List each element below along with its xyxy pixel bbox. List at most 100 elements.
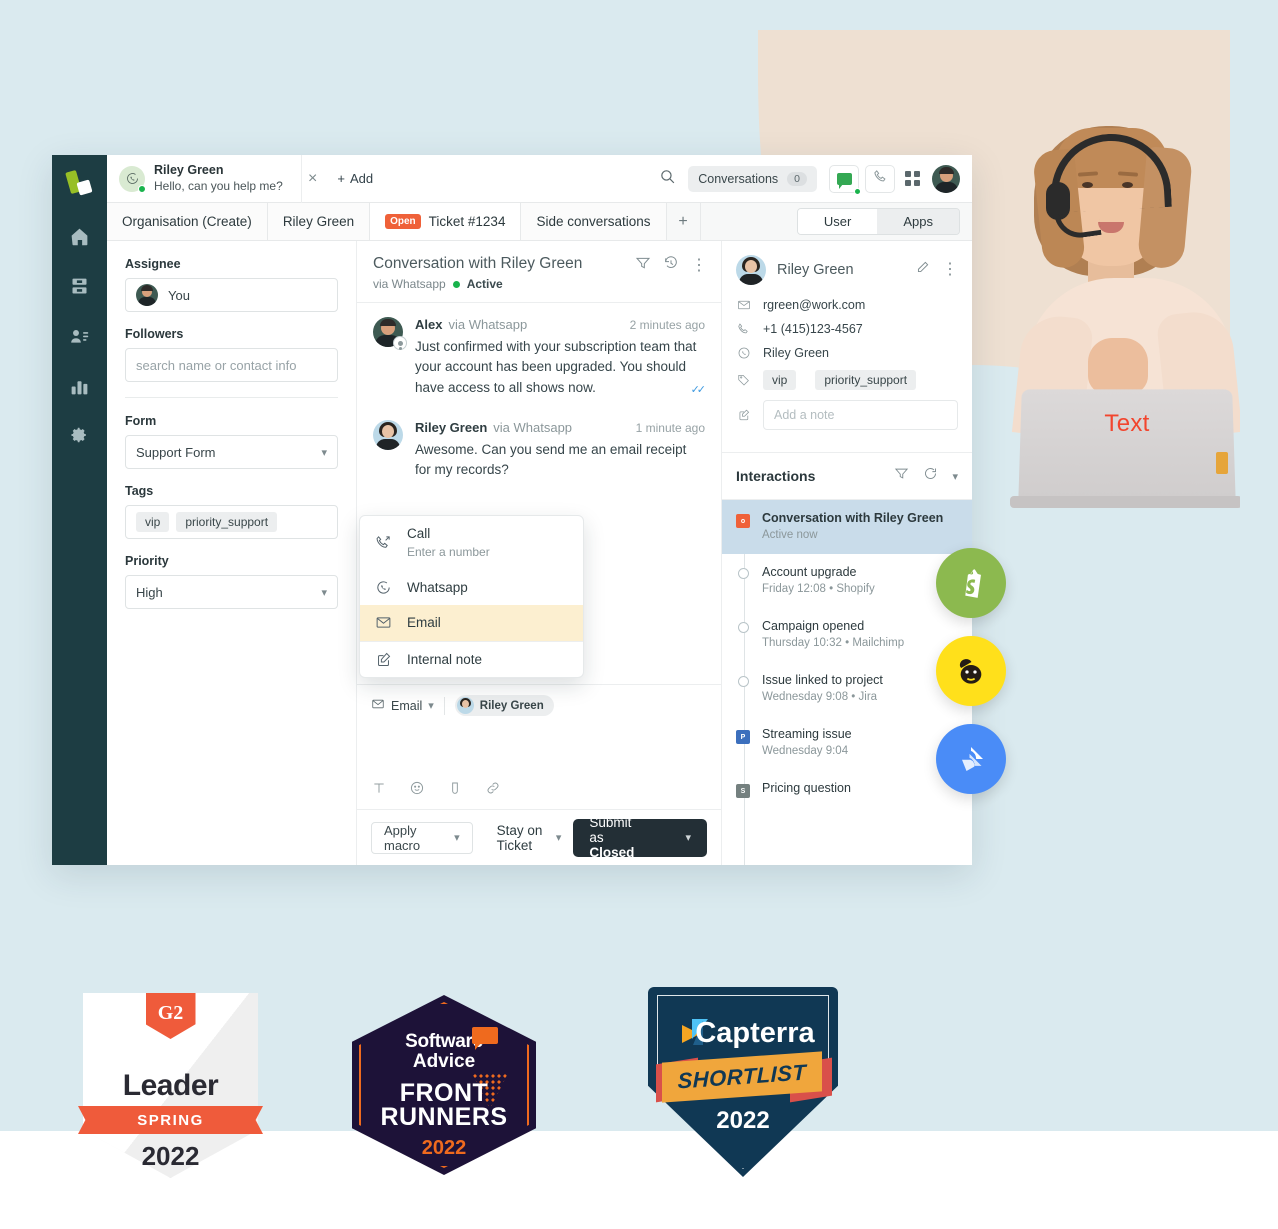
- timeline-item-sub: Wednesday 9:08 • Jira: [762, 691, 878, 703]
- avatar: [736, 255, 766, 285]
- stay-on-ticket-select[interactable]: Stay on Ticket ▾: [497, 823, 562, 853]
- filter-icon[interactable]: [894, 466, 909, 486]
- composer-recipient-chip[interactable]: Riley Green: [454, 695, 554, 716]
- attachment-icon[interactable]: [447, 780, 463, 801]
- ticket-tab[interactable]: Riley Green Hello, can you help me?: [107, 154, 302, 203]
- breadcrumb-item-contact[interactable]: Riley Green: [267, 203, 371, 240]
- apply-macro-button[interactable]: Apply macro ▾: [371, 821, 473, 854]
- followers-input[interactable]: search name or contact info: [125, 348, 338, 382]
- timeline-item[interactable]: Account upgrade Friday 12:08 • Shopify: [722, 554, 972, 608]
- chat-status-button[interactable]: [829, 164, 861, 195]
- more-vertical-icon[interactable]: ⋮: [942, 262, 958, 277]
- tag-chip[interactable]: vip: [763, 370, 797, 390]
- phone-icon: [873, 169, 888, 189]
- menu-item-label: Call: [407, 526, 431, 541]
- jira-logo-icon: [936, 724, 1006, 794]
- emoji-icon[interactable]: [409, 780, 425, 801]
- plus-icon: +: [337, 171, 345, 186]
- breadcrumb-item-side-conversations[interactable]: Side conversations: [521, 203, 667, 240]
- laptop-text: Text: [1104, 410, 1150, 437]
- menu-item-internal-note[interactable]: Internal note: [360, 640, 583, 678]
- link-icon[interactable]: [485, 780, 501, 801]
- conversations-filter[interactable]: Conversations 0: [688, 165, 817, 192]
- note-edit-icon: [374, 651, 393, 668]
- form-select[interactable]: Support Form ▾: [125, 435, 338, 469]
- speech-bubble-icon: [472, 1027, 498, 1050]
- more-vertical-icon[interactable]: ⋮: [691, 258, 707, 273]
- menu-item-email[interactable]: Email: [360, 605, 583, 641]
- timeline-item[interactable]: S Pricing question: [722, 770, 972, 809]
- history-icon[interactable]: [663, 255, 679, 276]
- breadcrumb-label: Organisation (Create): [122, 214, 252, 229]
- contact-whatsapp[interactable]: Riley Green: [763, 346, 829, 360]
- sa-brand-line2: Advice: [412, 1051, 476, 1072]
- home-icon: [69, 226, 90, 252]
- breadcrumb-item-ticket[interactable]: Open Ticket #1234: [370, 203, 522, 240]
- chevron-down-icon[interactable]: ▾: [952, 470, 958, 483]
- assignee-field[interactable]: You: [125, 278, 338, 312]
- timeline-item[interactable]: Issue linked to project Wednesday 9:08 •…: [722, 662, 972, 716]
- analytics-icon: [69, 376, 90, 402]
- sidebar-item-inbox[interactable]: [60, 269, 100, 309]
- message-channel: via Whatsapp: [448, 317, 528, 332]
- tags-label: Tags: [125, 484, 154, 498]
- phone-status-button[interactable]: [865, 164, 895, 193]
- user-avatar[interactable]: [932, 164, 960, 193]
- gear-icon: [69, 426, 90, 452]
- tab-user[interactable]: User: [797, 209, 878, 234]
- composer-recipient-name: Riley Green: [479, 699, 544, 712]
- chevron-down-icon[interactable]: ▾: [685, 831, 691, 844]
- apps-grid-button[interactable]: [905, 171, 920, 186]
- tags-field[interactable]: vip priority_support: [125, 505, 338, 539]
- timeline-item[interactable]: o Conversation with Riley Green Active n…: [722, 500, 972, 554]
- submit-button[interactable]: Submit as Closed ▾: [573, 815, 707, 860]
- sidebar-item-contacts[interactable]: [60, 319, 100, 359]
- whatsapp-icon: [736, 346, 751, 360]
- message-author: Riley Green: [415, 419, 488, 435]
- timeline-ring-icon: [737, 568, 749, 579]
- pencil-icon[interactable]: [915, 260, 930, 280]
- sidebar-item-home[interactable]: [60, 219, 100, 259]
- g2-leader-badge: G2 Leader SPRING 2022: [78, 993, 263, 1178]
- contact-email[interactable]: rgreen@work.com: [763, 298, 865, 312]
- sidebar-item-settings[interactable]: [60, 419, 100, 459]
- tag-chip[interactable]: priority_support: [815, 370, 917, 390]
- tab-apps[interactable]: Apps: [877, 209, 959, 234]
- phone-icon: [736, 322, 751, 336]
- text-format-icon[interactable]: [371, 780, 387, 801]
- add-tab-button[interactable]: + Add: [323, 171, 387, 186]
- menu-item-whatsapp[interactable]: Whatsapp: [360, 570, 583, 606]
- interactions-title: Interactions: [736, 468, 816, 484]
- breadcrumb: Organisation (Create) Riley Green Open T…: [107, 203, 972, 241]
- g2-brand: G2: [157, 1002, 184, 1024]
- composer-channel-select[interactable]: Email ▾: [371, 697, 434, 714]
- sidebar-item-analytics[interactable]: [60, 369, 100, 409]
- search-button[interactable]: [652, 164, 682, 194]
- chevron-down-icon: ▾: [321, 446, 327, 459]
- stay-on-ticket-label: Stay on Ticket: [496, 822, 543, 853]
- contact-phone[interactable]: +1 (415)123-4567: [763, 322, 863, 336]
- close-tab-button[interactable]: ×: [302, 170, 323, 188]
- refresh-icon[interactable]: [923, 466, 938, 486]
- top-bar: Riley Green Hello, can you help me? × + …: [107, 154, 972, 203]
- timeline-item[interactable]: P Streaming issue Wednesday 9:04: [722, 716, 972, 770]
- priority-select[interactable]: High ▾: [125, 575, 338, 609]
- menu-item-call[interactable]: Call Enter a number: [360, 516, 583, 570]
- sa-year: 2022: [421, 1137, 467, 1159]
- composer-textarea[interactable]: [371, 716, 707, 778]
- whatsapp-icon: [374, 579, 393, 596]
- capterra-year: 2022: [716, 1107, 770, 1134]
- app-logo-icon[interactable]: [64, 169, 95, 199]
- filter-icon[interactable]: [635, 255, 651, 276]
- ticket-tab-preview: Hello, can you help me?: [154, 178, 283, 193]
- laptop: [1018, 389, 1236, 507]
- timeline-item-title: Conversation with Riley Green: [762, 511, 944, 525]
- form-label: Form: [125, 414, 157, 428]
- timeline-item[interactable]: Campaign opened Thursday 10:32 • Mailchi…: [722, 608, 972, 662]
- grid-icon: [905, 171, 911, 177]
- add-breadcrumb-button[interactable]: +: [667, 203, 701, 240]
- add-note-input[interactable]: Add a note: [763, 400, 958, 430]
- search-icon: [659, 168, 676, 190]
- inbox-icon: [69, 276, 90, 302]
- breadcrumb-item-organisation[interactable]: Organisation (Create): [107, 203, 268, 240]
